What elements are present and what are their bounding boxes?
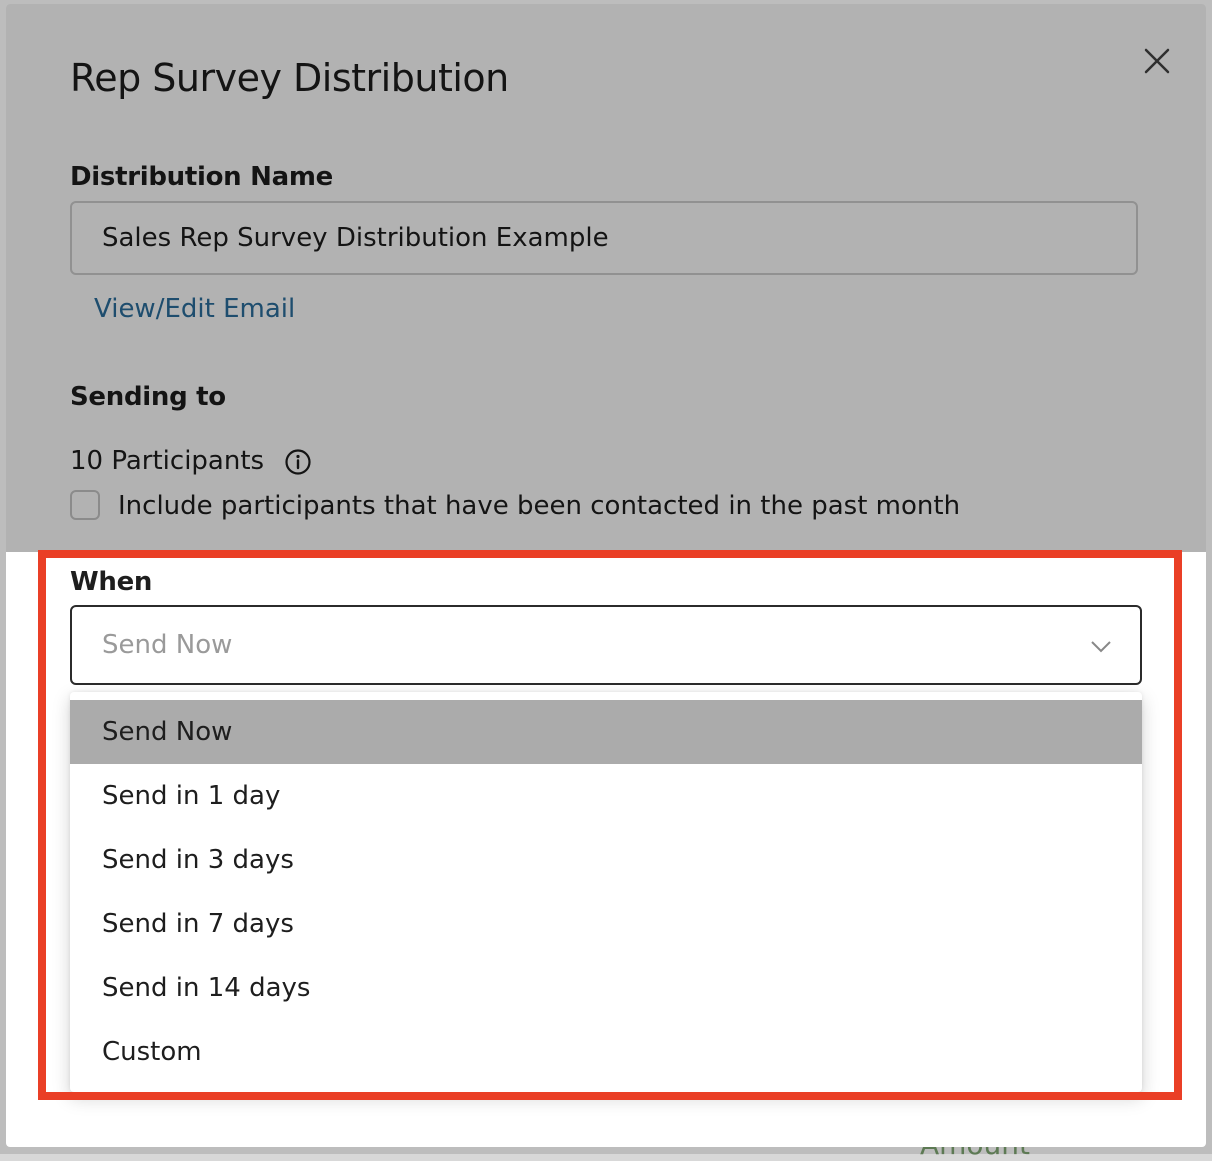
option-send-in-14-days[interactable]: Send in 14 days — [70, 956, 1142, 1020]
when-select[interactable]: Send Now — [70, 605, 1142, 685]
when-label: When — [70, 567, 153, 597]
info-icon[interactable] — [284, 448, 312, 476]
close-button[interactable] — [1138, 42, 1176, 80]
option-send-in-1-day[interactable]: Send in 1 day — [70, 764, 1142, 828]
view-edit-email-link[interactable]: View/Edit Email — [94, 294, 295, 324]
participants-count: 10 Participants — [70, 446, 265, 476]
when-dropdown-menu: Send Now Send in 1 day Send in 3 days Se… — [70, 692, 1142, 1092]
include-contacted-label: Include participants that have been cont… — [118, 491, 961, 521]
distribution-name-input[interactable] — [70, 201, 1138, 275]
distribution-modal: Rep Survey Distribution Distribution Nam… — [6, 4, 1206, 1147]
chevron-down-icon — [1091, 641, 1111, 653]
modal-title: Rep Survey Distribution — [70, 56, 509, 100]
close-icon — [1144, 48, 1170, 74]
option-send-now[interactable]: Send Now — [70, 700, 1142, 764]
include-contacted-checkbox[interactable] — [70, 490, 100, 520]
option-send-in-3-days[interactable]: Send in 3 days — [70, 828, 1142, 892]
option-send-in-7-days[interactable]: Send in 7 days — [70, 892, 1142, 956]
distribution-name-label: Distribution Name — [70, 162, 333, 192]
sending-to-label: Sending to — [70, 382, 226, 412]
when-select-value: Send Now — [102, 630, 233, 660]
option-custom[interactable]: Custom — [70, 1020, 1142, 1084]
